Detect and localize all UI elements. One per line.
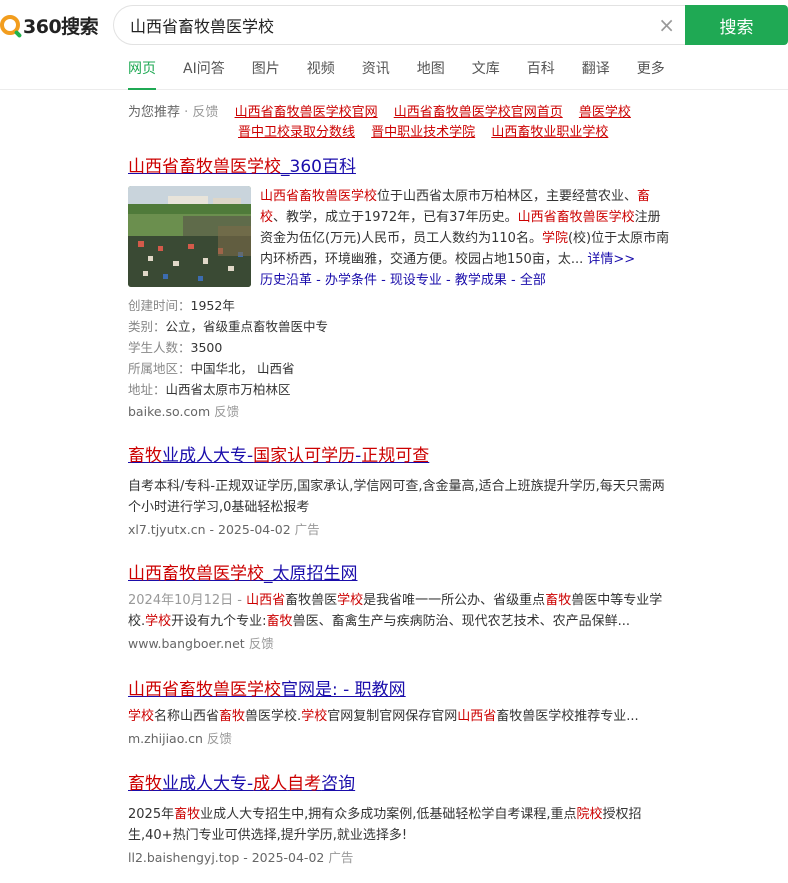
result-url: m.zhijiao.cn 反馈: [128, 731, 232, 746]
recommend-link[interactable]: 山西省畜牧兽医学校官网: [235, 105, 378, 120]
result-description: 学校名称山西省畜牧兽医学校.学校官网复制官网保存官网山西省畜牧兽医学校推荐专业.…: [128, 709, 639, 724]
result-description: 山西省畜牧兽医学校位于山西省太原市万柏林区，主要经营农业、畜校、教学，成立于19…: [260, 189, 670, 267]
details-link[interactable]: 详情>>: [587, 252, 635, 267]
result-title[interactable]: 畜牧业成人大专-国家认可学历-正规可查: [128, 446, 429, 466]
recommend-link[interactable]: 晋中卫校录取分数线: [238, 125, 355, 140]
recommend-link[interactable]: 山西省畜牧兽医学校官网首页: [394, 105, 563, 120]
recommend-link[interactable]: 兽医学校: [579, 105, 631, 120]
search-box: ×: [113, 5, 685, 45]
logo-text: 360搜索: [23, 15, 99, 38]
search-input[interactable]: [130, 15, 650, 35]
search-button[interactable]: 搜索: [685, 5, 788, 45]
result-baike: 山西省畜牧兽医学校_360百科 山西省畜牧兽医学校位于山西省太原市万柏林区，主要…: [128, 155, 688, 422]
tab-video[interactable]: 视频: [307, 58, 335, 90]
result-ad: 畜牧业成人大专-国家认可学历-正规可查 自考本科/专科-正规双证学历,国家承认,…: [128, 444, 673, 540]
clear-icon[interactable]: ×: [658, 13, 675, 37]
info-students: 学生人数：3500: [128, 340, 223, 355]
recommend-box: 为您推荐 · 反馈 山西省畜牧兽医学校官网 山西省畜牧兽医学校官网首页 兽医学校…: [128, 103, 688, 143]
result-url: baike.so.com 反馈: [128, 404, 240, 419]
recommend-feedback[interactable]: · 反馈: [184, 105, 218, 120]
header: 360搜索 × 搜索 网页 AI问答 图片 视频 资讯 地图 文库 百科 翻译 …: [0, 0, 788, 90]
baike-sublinks[interactable]: 历史沿革 - 办学条件 - 现设专业 - 教学成果 - 全部: [260, 270, 670, 291]
recommend-label: 为您推荐 · 反馈: [128, 105, 219, 120]
result-title[interactable]: 山西畜牧兽医学校_太原招生网: [128, 564, 358, 584]
tab-library[interactable]: 文库: [472, 58, 500, 90]
tab-translate[interactable]: 翻译: [582, 58, 610, 90]
result-description: 2024年10月12日 - 山西省畜牧兽医学校是我省唯一一所公办、省级重点畜牧兽…: [128, 593, 663, 629]
tab-baike[interactable]: 百科: [527, 58, 555, 90]
result-url: ll2.baishengyj.top - 2025-04-02 广告: [128, 850, 354, 865]
tab-map[interactable]: 地图: [417, 58, 445, 90]
info-address: 地址：山西省太原市万柏林区: [128, 382, 291, 397]
recommend-link[interactable]: 晋中职业技术学院: [371, 125, 475, 140]
feedback-link[interactable]: 反馈: [249, 636, 274, 651]
tab-ai-qa[interactable]: AI问答: [183, 58, 225, 90]
search-tabs: 网页 AI问答 图片 视频 资讯 地图 文库 百科 翻译 更多: [128, 58, 692, 90]
logo-ring-icon: [0, 15, 20, 35]
result-item: 山西省畜牧兽医学校官网是: - 职教网 学校名称山西省畜牧兽医学校.学校官网复制…: [128, 678, 688, 749]
info-founded: 创建时间：1952年: [128, 298, 235, 313]
info-region: 所属地区：中国华北， 山西省: [128, 361, 295, 376]
result-url: xl7.tjyutx.cn - 2025-04-02 广告: [128, 522, 320, 537]
tab-images[interactable]: 图片: [252, 58, 280, 90]
feedback-link[interactable]: 反馈: [207, 731, 232, 746]
info-category: 类别：公立，省级重点畜牧兽医中专: [128, 319, 329, 334]
logo[interactable]: 360搜索: [0, 12, 99, 38]
result-title[interactable]: 畜牧业成人大专-成人自考咨询: [128, 774, 355, 794]
recommend-link[interactable]: 山西畜牧业职业学校: [491, 125, 608, 140]
result-item: 山西畜牧兽医学校_太原招生网 2024年10月12日 - 山西省畜牧兽医学校是我…: [128, 562, 668, 654]
tab-news[interactable]: 资讯: [362, 58, 390, 90]
tab-more[interactable]: 更多: [637, 58, 665, 90]
campus-photo[interactable]: [128, 186, 251, 287]
result-title[interactable]: 山西省畜牧兽医学校官网是: - 职教网: [128, 680, 406, 700]
feedback-link[interactable]: 反馈: [214, 404, 239, 419]
result-url: www.bangboer.net 反馈: [128, 636, 274, 651]
ad-label: 广告: [294, 522, 320, 537]
tab-web[interactable]: 网页: [128, 58, 156, 90]
result-description: 2025年畜牧业成人大专招生中,拥有众多成功案例,低基础轻松学自考课程,重点院校…: [128, 807, 642, 843]
result-ad: 畜牧业成人大专-成人自考咨询 2025年畜牧业成人大专招生中,拥有众多成功案例,…: [128, 772, 673, 868]
result-title[interactable]: 山西省畜牧兽医学校_360百科: [128, 157, 356, 177]
result-description: 自考本科/专科-正规双证学历,国家承认,学信网可查,含金量高,适合上班族提升学历…: [128, 479, 665, 515]
ad-label: 广告: [328, 850, 354, 865]
